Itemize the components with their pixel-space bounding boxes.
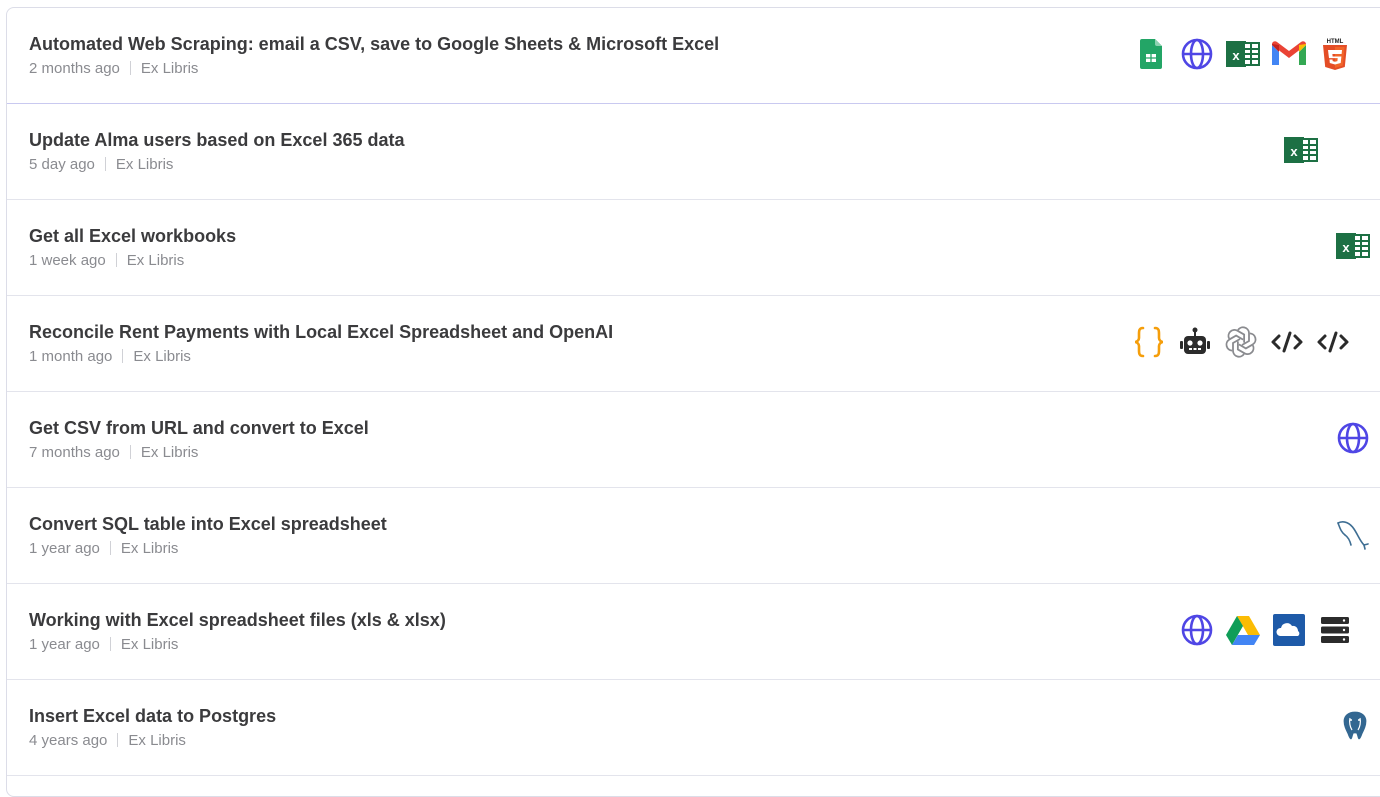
globe-icon — [1179, 612, 1215, 648]
node-icons — [1179, 612, 1353, 648]
svg-text:x: x — [1342, 240, 1350, 255]
workflow-title[interactable]: Automated Web Scraping: email a CSV, sav… — [29, 34, 719, 55]
onedrive-icon — [1271, 612, 1307, 648]
meta-divider — [109, 541, 111, 555]
mysql-icon — [1335, 516, 1371, 552]
code-tag-icon — [1315, 324, 1351, 360]
workflow-author: Ex Libris — [140, 444, 199, 461]
workflow-row[interactable]: Automated Web Scraping: email a CSV, sav… — [7, 8, 1380, 104]
node-icons — [1335, 420, 1371, 456]
workflow-row[interactable]: Get all Excel workbooks 1 week ago Ex Lib… — [7, 200, 1380, 296]
workflow-time: 1 year ago — [29, 540, 100, 557]
meta-divider — [129, 445, 131, 459]
google-drive-icon — [1225, 612, 1261, 648]
node-icons — [1131, 324, 1351, 360]
workflow-author: Ex Libris — [115, 156, 174, 173]
workflow-author: Ex Libris — [133, 348, 191, 365]
meta-divider — [129, 61, 131, 75]
workflow-title[interactable]: Working with Excel spreadsheet files (xl… — [29, 610, 446, 631]
excel-icon: x — [1335, 228, 1371, 264]
workflow-author: Ex Libris — [120, 540, 179, 557]
workflow-row[interactable]: Get CSV from URL and convert to Excel 7 … — [7, 392, 1380, 488]
workflow-meta: 1 month ago Ex Libris — [29, 348, 191, 365]
workflow-row[interactable]: Reconcile Rent Payments with Local Excel… — [7, 296, 1380, 392]
meta-divider — [109, 637, 111, 651]
workflow-time: 1 year ago — [29, 636, 100, 653]
svg-text:x: x — [1232, 48, 1240, 63]
postgres-icon — [1337, 708, 1373, 744]
workflow-meta: 5 day ago Ex Libris — [29, 156, 173, 173]
workflow-time: 7 months ago — [29, 444, 120, 461]
svg-text:x: x — [1290, 144, 1298, 159]
workflow-author: Ex Libris — [120, 636, 179, 653]
workflow-row[interactable]: Update Alma users based on Excel 365 dat… — [7, 104, 1380, 200]
workflow-title[interactable]: Update Alma users based on Excel 365 dat… — [29, 130, 405, 151]
workflow-meta: 2 months ago Ex Libris — [29, 60, 198, 77]
workflow-title[interactable]: Reconcile Rent Payments with Local Excel… — [29, 322, 613, 343]
meta-divider — [117, 733, 119, 747]
node-icons: x HTML — [1133, 36, 1353, 72]
meta-divider — [115, 253, 117, 267]
code-braces-icon — [1131, 324, 1167, 360]
meta-divider — [122, 349, 124, 363]
workflow-title[interactable]: Get all Excel workbooks — [29, 226, 236, 247]
robot-icon — [1177, 324, 1213, 360]
openai-icon — [1223, 324, 1259, 360]
meta-divider — [104, 157, 106, 171]
workflow-meta: 1 year ago Ex Libris — [29, 540, 178, 557]
workflow-meta: 1 week ago Ex Libris — [29, 252, 184, 269]
html5-icon: HTML — [1317, 36, 1353, 72]
code-tag-icon — [1269, 324, 1305, 360]
server-icon — [1317, 612, 1353, 648]
gmail-icon — [1271, 36, 1307, 72]
excel-icon: x — [1225, 36, 1261, 72]
workflow-meta: 7 months ago Ex Libris — [29, 444, 198, 461]
workflow-row[interactable]: Working with Excel spreadsheet files (xl… — [7, 584, 1380, 680]
globe-icon — [1335, 420, 1371, 456]
excel-icon: x — [1283, 132, 1319, 168]
workflow-author: Ex Libris — [140, 60, 199, 77]
workflow-row[interactable]: Insert Excel data to Postgres 4 years ag… — [7, 680, 1380, 776]
node-icons: x — [1335, 228, 1371, 264]
workflow-title[interactable]: Insert Excel data to Postgres — [29, 706, 276, 727]
node-icons — [1335, 516, 1371, 552]
workflow-time: 5 day ago — [29, 156, 95, 173]
workflow-author: Ex Libris — [128, 732, 186, 749]
workflow-time: 2 months ago — [29, 60, 120, 77]
svg-text:HTML: HTML — [1327, 39, 1344, 45]
globe-icon — [1179, 36, 1215, 72]
workflow-meta: 1 year ago Ex Libris — [29, 636, 178, 653]
workflow-time: 4 years ago — [29, 732, 108, 749]
workflow-time: 1 week ago — [29, 252, 106, 269]
workflow-row[interactable]: Convert SQL table into Excel spreadsheet… — [7, 488, 1380, 584]
workflow-time: 1 month ago — [29, 348, 113, 365]
workflow-meta: 4 years ago Ex Libris — [29, 732, 186, 749]
workflow-title[interactable]: Convert SQL table into Excel spreadsheet — [29, 514, 387, 535]
node-icons: x — [1283, 132, 1319, 168]
google-sheets-icon — [1133, 36, 1169, 72]
workflow-title[interactable]: Get CSV from URL and convert to Excel — [29, 418, 369, 439]
node-icons — [1337, 708, 1373, 744]
workflow-author: Ex Libris — [126, 252, 185, 269]
workflow-list: Automated Web Scraping: email a CSV, sav… — [6, 7, 1380, 797]
